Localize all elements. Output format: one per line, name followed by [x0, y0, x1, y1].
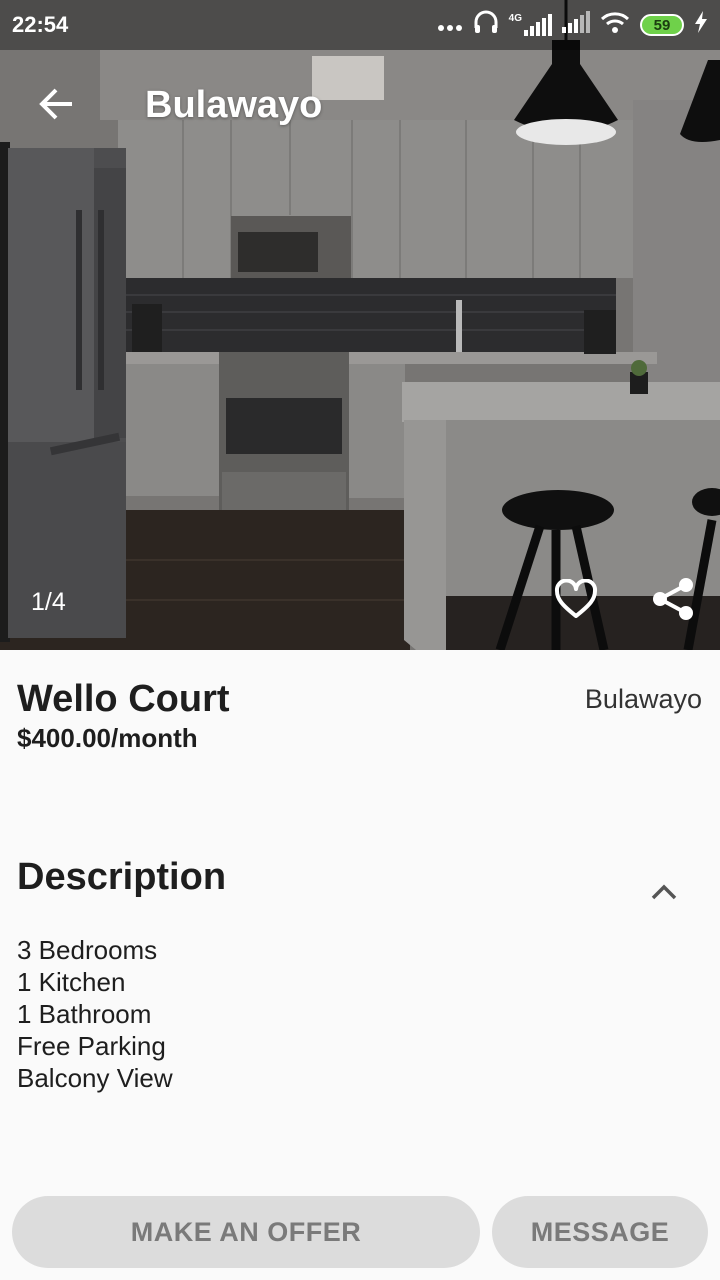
signal-4g-icon: 4G [509, 14, 552, 36]
wifi-icon [600, 11, 630, 39]
battery-icon: 59 [640, 14, 684, 36]
description-item-bathroom: 1 Bathroom [17, 999, 152, 1029]
description-item-bedrooms: 3 Bedrooms [17, 935, 158, 965]
message-button[interactable]: MESSAGE [492, 1196, 708, 1268]
gallery-page-indicator: 1/4 [31, 588, 66, 616]
photo-gallery[interactable]: 22:54 4G 59 Bulawayo 1/4 [0, 0, 720, 650]
back-button[interactable] [30, 80, 82, 132]
description-heading: Description [17, 856, 227, 898]
description-item-parking: Free Parking [17, 1031, 166, 1061]
share-button[interactable] [648, 576, 698, 626]
charging-bolt-icon [694, 11, 708, 39]
heart-outline-icon [554, 578, 598, 624]
make-offer-button[interactable]: MAKE AN OFFER [12, 1196, 480, 1268]
description-item-kitchen: 1 Kitchen [17, 967, 126, 997]
signal-icon [562, 11, 590, 39]
favorite-button[interactable] [551, 576, 601, 626]
description-collapse-button[interactable] [640, 872, 688, 916]
more-dots-icon [437, 12, 463, 38]
headset-icon [473, 10, 499, 40]
app-bar: Bulawayo [0, 50, 720, 162]
listing-price: $400.00/month [17, 723, 198, 753]
share-icon [652, 577, 694, 626]
status-icons: 4G 59 [437, 10, 708, 40]
chevron-up-icon [650, 883, 678, 906]
status-bar: 22:54 4G 59 [0, 0, 720, 50]
description-list: 3 Bedrooms 1 Kitchen 1 Bathroom Free Par… [17, 934, 173, 1094]
listing-title: Wello Court [17, 678, 230, 720]
network-type-label: 4G [508, 13, 522, 24]
status-time: 22:54 [12, 12, 69, 37]
description-item-balcony: Balcony View [17, 1063, 173, 1093]
app-bar-title: Bulawayo [145, 84, 323, 126]
listing-location: Bulawayo [584, 684, 702, 714]
arrow-back-icon [38, 88, 74, 125]
